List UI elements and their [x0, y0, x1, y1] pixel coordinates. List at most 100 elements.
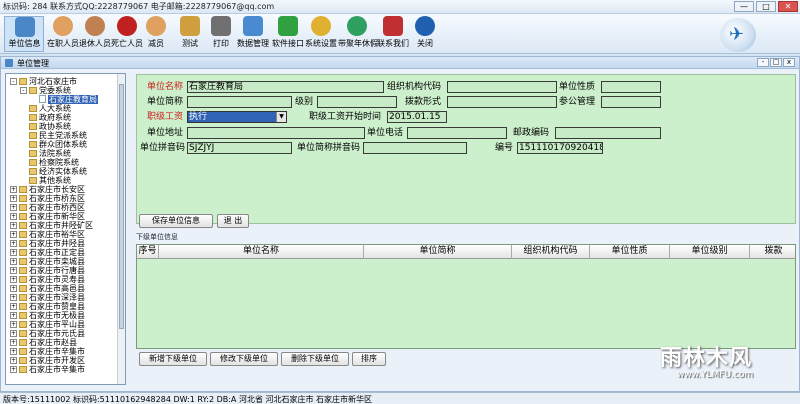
col-org-code[interactable]: 组织机构代码: [512, 245, 590, 259]
sub-maximize-button[interactable]: □: [770, 58, 782, 67]
tree-item[interactable]: + 石家庄市灵寿县: [10, 275, 85, 284]
expand-icon[interactable]: +: [10, 348, 17, 355]
tree-item[interactable]: + 石家庄市长安区: [10, 185, 85, 194]
expand-icon[interactable]: +: [10, 258, 17, 265]
expand-icon[interactable]: +: [10, 366, 17, 373]
tree-item[interactable]: + 石家庄市裕华区: [10, 230, 85, 239]
tree-item[interactable]: + 石家庄市栾城县: [10, 257, 85, 266]
expand-icon[interactable]: +: [10, 195, 17, 202]
tree-item[interactable]: 民主党派系统: [20, 131, 87, 140]
scroll-thumb[interactable]: [119, 84, 124, 329]
toolbar-software-interface[interactable]: 软件接口: [271, 16, 305, 49]
tree-item[interactable]: 政府系统: [20, 113, 71, 122]
tree-item[interactable]: + 石家庄市平山县: [10, 320, 85, 329]
toolbar-contact[interactable]: 联系我们: [376, 16, 410, 49]
toolbar-vacation[interactable]: 带聚年休假: [338, 16, 378, 49]
col-short-name[interactable]: 单位简称: [364, 245, 512, 259]
tree-item[interactable]: + 石家庄市辛集市: [10, 347, 85, 356]
expand-icon[interactable]: +: [10, 231, 17, 238]
toolbar-retirees[interactable]: 退休人员: [78, 16, 112, 49]
tree-item[interactable]: + 石家庄市行唐县: [10, 266, 85, 275]
tree-item[interactable]: + 石家庄市深泽县: [10, 293, 85, 302]
address-field[interactable]: [187, 127, 365, 139]
sub-close-button[interactable]: x: [783, 58, 795, 67]
sub-minimize-button[interactable]: -: [757, 58, 769, 67]
maximize-button[interactable]: □: [756, 1, 776, 12]
serial-field[interactable]: 151110170920418: [517, 142, 603, 154]
delete-subunit-button[interactable]: 删除下级单位: [281, 352, 349, 366]
toolbar-reduce[interactable]: 减员: [142, 16, 170, 49]
expand-icon[interactable]: +: [10, 357, 17, 364]
tree-item[interactable]: 政协系统: [20, 122, 71, 131]
postcode-field[interactable]: [555, 127, 661, 139]
exit-button[interactable]: 退 出: [217, 214, 249, 228]
expand-icon[interactable]: +: [10, 303, 17, 310]
tree-scrollbar[interactable]: [117, 74, 125, 384]
col-funding[interactable]: 拨款: [750, 245, 795, 259]
col-unit-name[interactable]: 单位名称: [159, 245, 364, 259]
expand-icon[interactable]: +: [10, 222, 17, 229]
toolbar-data-manage[interactable]: 数据管理: [236, 16, 270, 49]
tree-item[interactable]: + 石家庄市井陉县: [10, 239, 85, 248]
add-subunit-button[interactable]: 新增下级单位: [139, 352, 207, 366]
minimize-button[interactable]: —: [734, 1, 754, 12]
tree-item[interactable]: + 石家庄市正定县: [10, 248, 85, 257]
expand-icon[interactable]: +: [10, 294, 17, 301]
expand-icon[interactable]: +: [10, 240, 17, 247]
collapse-icon[interactable]: -: [10, 78, 17, 85]
toolbar-close[interactable]: 关闭: [412, 16, 438, 49]
rank-salary-select[interactable]: 执行 ▼: [187, 111, 287, 123]
toolbar-deceased[interactable]: 死亡人员: [110, 16, 144, 49]
tree-item[interactable]: + 石家庄市桥东区: [10, 194, 85, 203]
unit-nature-field[interactable]: [601, 81, 661, 93]
close-button[interactable]: ✕: [778, 1, 798, 12]
tree-item[interactable]: + 石家庄市桥西区: [10, 203, 85, 212]
col-unit-level[interactable]: 单位级别: [670, 245, 750, 259]
short-pinyin-field[interactable]: [363, 142, 467, 154]
short-name-field[interactable]: [187, 96, 292, 108]
collapse-icon[interactable]: -: [20, 87, 27, 94]
expand-icon[interactable]: +: [10, 321, 17, 328]
tree-item[interactable]: 检察院系统: [20, 158, 79, 167]
expand-icon[interactable]: +: [10, 267, 17, 274]
expand-icon[interactable]: +: [10, 285, 17, 292]
tree-item[interactable]: 法院系统: [20, 149, 71, 158]
toolbar-employees[interactable]: 在职人员: [46, 16, 80, 49]
expand-icon[interactable]: +: [10, 186, 17, 193]
tree-item[interactable]: 人大系统: [20, 104, 71, 113]
expand-icon[interactable]: +: [10, 276, 17, 283]
tree-item[interactable]: + 石家庄市新华区: [10, 212, 85, 221]
expand-icon[interactable]: +: [10, 330, 17, 337]
tree-item[interactable]: - 党委系统: [20, 86, 71, 95]
save-unit-button[interactable]: 保存单位信息: [139, 214, 213, 228]
col-index[interactable]: 序号: [137, 245, 159, 259]
tree-item[interactable]: + 石家庄市元氏县: [10, 329, 85, 338]
tree-item[interactable]: + 石家庄市高邑县: [10, 284, 85, 293]
expand-icon[interactable]: +: [10, 213, 17, 220]
sort-button[interactable]: 排序: [352, 352, 386, 366]
civil-mgmt-field[interactable]: [601, 96, 661, 108]
tree-item[interactable]: + 石家庄市赵县: [10, 338, 77, 347]
expand-icon[interactable]: +: [10, 339, 17, 346]
tree-item[interactable]: + 石家庄市开发区: [10, 356, 85, 365]
unit-tree[interactable]: - 河北石家庄市 - 党委系统 石家庄教育局 人大系统 政府系统 政协系统 民主党派系统 群众团体…: [5, 73, 126, 385]
expand-icon[interactable]: +: [10, 204, 17, 211]
tree-item[interactable]: + 石家庄市赞皇县: [10, 302, 85, 311]
toolbar-test[interactable]: 测试: [176, 16, 204, 49]
tree-item[interactable]: 其他系统: [20, 176, 71, 185]
phone-field[interactable]: [407, 127, 507, 139]
expand-icon[interactable]: +: [10, 249, 17, 256]
tree-item[interactable]: + 石家庄市无极县: [10, 311, 85, 320]
toolbar-print[interactable]: 打印: [207, 16, 235, 49]
toolbar-settings[interactable]: 系统设置: [304, 16, 338, 49]
subunits-table[interactable]: 序号 单位名称 单位简称 组织机构代码 单位性质 单位级别 拨款: [136, 244, 796, 349]
tree-item[interactable]: + 石家庄市辛集市: [10, 365, 85, 374]
tree-item[interactable]: - 河北石家庄市: [10, 77, 77, 86]
org-code-field[interactable]: [447, 81, 557, 93]
rank-start-field[interactable]: 2015.01.15: [387, 111, 447, 123]
chevron-down-icon[interactable]: ▼: [276, 112, 286, 122]
funding-field[interactable]: [447, 96, 557, 108]
tree-item[interactable]: 经济实体系统: [20, 167, 87, 176]
tree-item[interactable]: 群众团体系统: [20, 140, 87, 149]
unit-name-field[interactable]: 石家庄教育局: [187, 81, 384, 93]
